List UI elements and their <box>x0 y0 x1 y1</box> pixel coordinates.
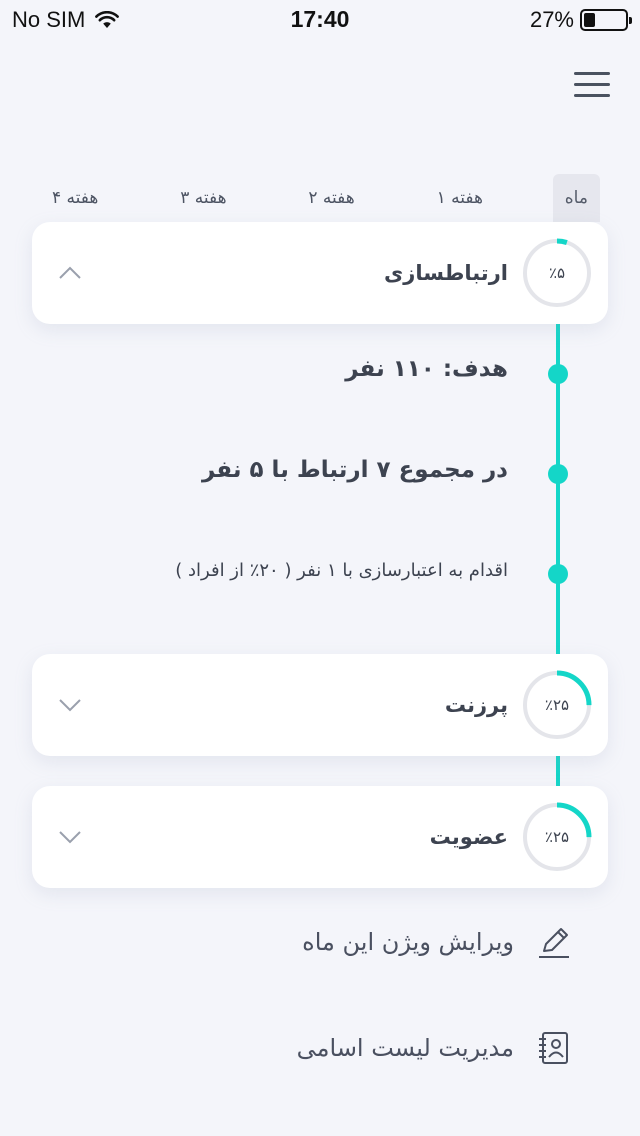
manage-contacts-label: مدیریت لیست اسامی <box>296 1034 514 1062</box>
chevron-down-icon[interactable] <box>58 825 82 849</box>
timeline-dot <box>548 564 568 584</box>
chevron-up-icon[interactable] <box>58 261 82 285</box>
card-title: ارتباطسازی <box>383 261 508 285</box>
card-title: پرزنت <box>444 693 508 717</box>
category-card-networking[interactable]: ٪۵ ارتباطسازی <box>32 222 608 324</box>
tab-week-1[interactable]: هفته ۱ <box>425 174 495 222</box>
tab-week-2[interactable]: هفته ۲ <box>296 174 366 222</box>
category-card-membership[interactable]: ٪۲۵ عضویت <box>32 786 608 888</box>
tab-week-3[interactable]: هفته ۳ <box>168 174 238 222</box>
category-card-presentation[interactable]: ٪۲۵ پرزنت <box>32 654 608 756</box>
pencil-icon <box>539 928 569 958</box>
timeline-action: اقدام به اعتبارسازی با ۱ نفر ( ۲۰٪ از اف… <box>175 560 508 581</box>
battery-icon <box>580 9 632 31</box>
manage-contacts-button[interactable]: مدیریت لیست اسامی <box>297 1028 572 1068</box>
timeline-dot <box>548 464 568 484</box>
hamburger-menu-icon[interactable] <box>574 72 610 98</box>
battery-percent: 27% <box>529 7 574 32</box>
contact-list-icon <box>539 1032 568 1064</box>
card-title: عضویت <box>429 825 508 849</box>
period-tabs: ماه هفته ۱ هفته ۲ هفته ۳ هفته ۴ <box>40 174 600 222</box>
progress-percent: ٪۲۵ <box>544 828 570 846</box>
chevron-down-icon[interactable] <box>58 693 82 717</box>
timeline-total: در مجموع ۷ ارتباط با ۵ نفر <box>201 457 508 483</box>
status-bar: No SIM 17:40 27% <box>0 0 640 40</box>
edit-vision-label: ویرایش ویژن این ماه <box>302 928 514 956</box>
timeline-dot <box>548 364 568 384</box>
progress-percent: ٪۲۵ <box>544 696 570 714</box>
status-right: 27% <box>529 7 632 33</box>
battery-level <box>584 13 595 27</box>
tab-week-4[interactable]: هفته ۴ <box>40 174 110 222</box>
timeline-goal: هدف: ۱۱۰ نفر <box>345 356 508 382</box>
progress-percent: ٪۵ <box>548 264 566 282</box>
edit-vision-button[interactable]: ویرایش ویژن این ماه <box>302 922 572 962</box>
tab-month[interactable]: ماه <box>552 174 600 222</box>
